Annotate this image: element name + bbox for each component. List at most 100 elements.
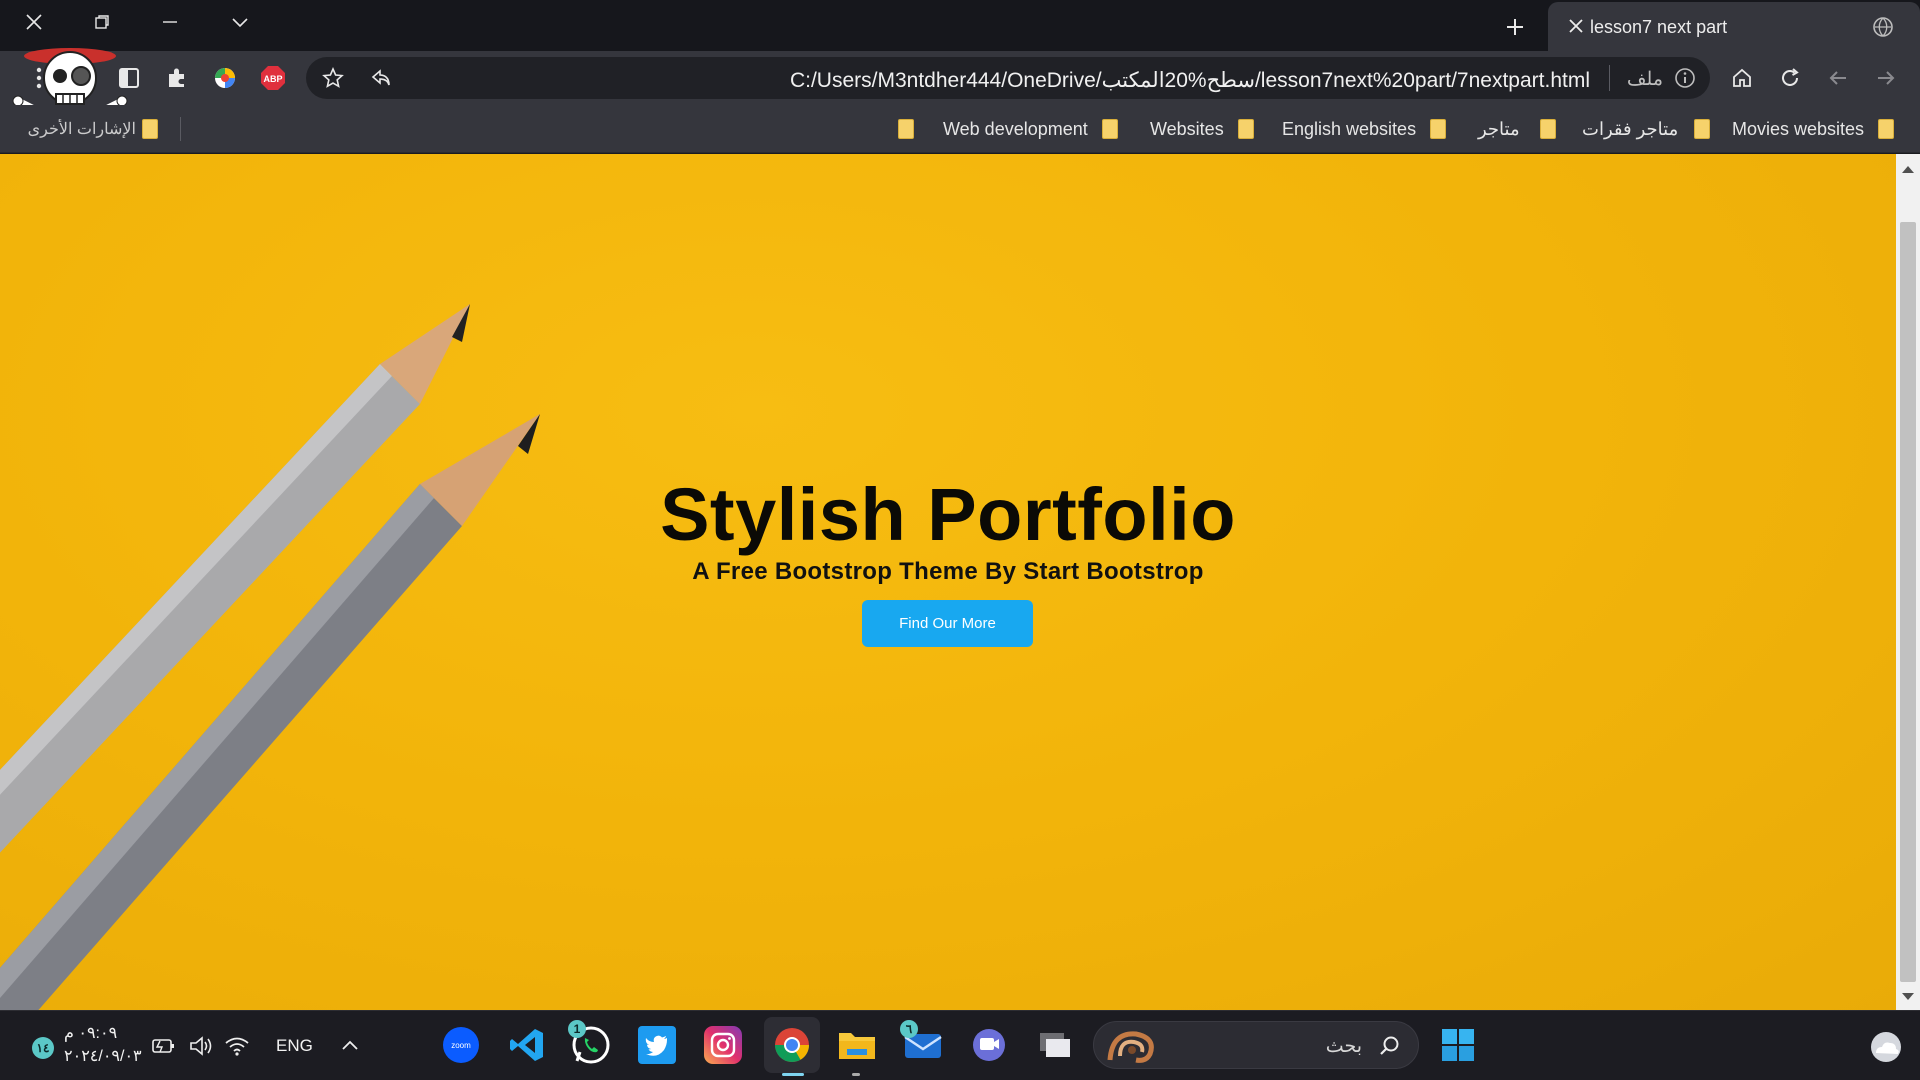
extensions-button[interactable] <box>162 63 192 93</box>
other-bookmarks-label: الإشارات الأخرى <box>27 121 136 138</box>
adblock-button[interactable]: ABP <box>258 63 288 93</box>
start-button[interactable] <box>1437 1024 1479 1066</box>
search-icon <box>1380 1036 1399 1055</box>
twitter-app[interactable] <box>638 1026 676 1064</box>
tab-close-icon[interactable] <box>1566 16 1586 36</box>
folder-icon <box>898 119 914 139</box>
instagram-app[interactable] <box>704 1026 742 1064</box>
instagram-icon <box>710 1032 736 1058</box>
volume-icon[interactable] <box>188 1035 214 1057</box>
bookmark-label: Movies websites <box>1732 118 1865 139</box>
home-button[interactable] <box>1727 63 1757 93</box>
bookmark-label: Web development <box>943 118 1088 139</box>
folder-icon <box>1237 119 1254 139</box>
vscode-app[interactable] <box>506 1024 548 1066</box>
browser-titlebar: lesson7 next part <box>0 0 1920 51</box>
bookmark-english-websites[interactable]: English websites <box>1282 115 1447 143</box>
browser-toolbar: ABP C:/Users/M3ntdher444/OneDrive/سطح%20… <box>0 51 1920 105</box>
hero-subtitle: A Free Bootstrop Theme By Start Bootstro… <box>692 558 1204 585</box>
page-viewport: Stylish Portfolio A Free Bootstrop Theme… <box>0 154 1896 1010</box>
bookmark-label: Websites <box>1150 118 1224 139</box>
url-scheme-label: ملف <box>1626 69 1663 90</box>
bookmark-web-development[interactable]: Web development <box>943 115 1118 143</box>
bookmark-websites[interactable]: Websites <box>1150 115 1254 143</box>
minimize-window-button[interactable] <box>136 0 204 44</box>
plus-icon <box>1507 19 1523 35</box>
tab-title: lesson7 next part <box>1590 17 1728 37</box>
bookmarks-bar: الإشارات الأخرى Movies websites متاجر فق… <box>0 105 1920 153</box>
mail-app[interactable]: ٦ <box>900 1020 944 1066</box>
other-bookmarks[interactable]: الإشارات الأخرى <box>28 115 158 143</box>
hero-title: Stylish Portfolio <box>660 473 1236 556</box>
weather-icon[interactable] <box>1868 1029 1904 1065</box>
restore-icon <box>95 15 109 29</box>
address-bar[interactable]: C:/Users/M3ntdher444/OneDrive/سطح%20المك… <box>306 57 1710 99</box>
mail-badge: ٦ <box>900 1020 918 1038</box>
extension-color-button[interactable] <box>210 63 240 93</box>
zoom-icon: zoom <box>443 1027 479 1063</box>
chevron-up-icon[interactable] <box>340 1037 360 1053</box>
reload-icon <box>1782 68 1799 86</box>
scroll-thumb[interactable] <box>1900 222 1916 982</box>
wifi-icon[interactable] <box>224 1035 250 1057</box>
bookmark-movies-websites[interactable]: Movies websites <box>1732 115 1895 143</box>
new-tab-button[interactable] <box>1500 12 1530 42</box>
scroll-up-arrow[interactable] <box>1902 166 1914 173</box>
search-placeholder: بحث <box>1325 1036 1362 1057</box>
task-view-icon <box>1040 1033 1070 1057</box>
bookmark-label: متاجر فقرات <box>1582 118 1679 139</box>
minimize-icon <box>163 21 177 23</box>
share-button[interactable] <box>366 63 396 93</box>
forward-button[interactable] <box>1823 63 1853 93</box>
file-explorer-icon <box>839 1033 875 1059</box>
battery-icon[interactable] <box>150 1035 176 1057</box>
puzzle-icon <box>169 68 184 87</box>
scroll-down-arrow[interactable] <box>1902 993 1914 1000</box>
bookmarks-separator <box>180 117 181 141</box>
url-separator <box>1609 65 1610 91</box>
teams-icon <box>973 1029 1005 1061</box>
adblock-plus-icon: ABP <box>261 66 285 90</box>
taskbar-search[interactable]: بحث <box>1093 1021 1419 1069</box>
find-out-more-button[interactable]: Find Our More <box>862 600 1033 647</box>
chrome-active-indicator <box>782 1073 804 1076</box>
restore-window-button[interactable] <box>68 0 136 44</box>
back-button[interactable] <box>1871 63 1901 93</box>
clock-time[interactable]: ٠٩:٠٩ م <box>64 1023 117 1043</box>
notification-badge[interactable]: ١٤ <box>32 1037 54 1059</box>
chevron-down-icon <box>232 18 248 28</box>
bookmark-folder-leading[interactable] <box>898 115 914 143</box>
close-window-button[interactable] <box>0 0 68 44</box>
bookmark-stores[interactable]: متاجر <box>1478 115 1556 143</box>
file-explorer-app[interactable] <box>836 1024 878 1066</box>
clock-date[interactable]: ٢٠٢٤/٠٩/٠٣ <box>64 1046 142 1066</box>
arrow-left-icon <box>1829 71 1846 85</box>
tab-search-button[interactable] <box>206 0 274 44</box>
zoom-app[interactable]: zoom <box>440 1024 482 1066</box>
page-scrollbar[interactable] <box>1896 154 1920 1010</box>
bookmark-label: English websites <box>1282 118 1417 139</box>
explorer-running-indicator <box>852 1073 860 1076</box>
bookmark-star-button[interactable] <box>318 63 348 93</box>
windows-logo-icon <box>1442 1029 1474 1061</box>
folder-icon <box>1694 119 1711 139</box>
whatsapp-app[interactable]: 1 <box>568 1020 612 1066</box>
reload-button[interactable] <box>1775 63 1805 93</box>
home-icon <box>1733 68 1751 87</box>
info-icon[interactable] <box>1674 67 1696 89</box>
chrome-app[interactable] <box>764 1017 820 1073</box>
star-icon <box>322 67 344 88</box>
share-icon <box>371 69 390 86</box>
tab-lesson7[interactable]: lesson7 next part <box>1548 2 1920 51</box>
folder-icon <box>1430 119 1447 139</box>
folder-icon <box>142 119 158 139</box>
bookmark-stores-sections[interactable]: متاجر فقرات <box>1582 115 1711 143</box>
close-icon <box>26 14 42 30</box>
color-extension-icon <box>215 68 235 88</box>
bookmark-label: متاجر <box>1478 118 1520 139</box>
svg-text:ABP: ABP <box>263 74 282 84</box>
url-text[interactable]: C:/Users/M3ntdher444/OneDrive/سطح%20المك… <box>790 68 1590 93</box>
language-indicator[interactable]: ENG <box>276 1036 313 1056</box>
teams-app[interactable] <box>968 1024 1010 1066</box>
task-view-button[interactable] <box>1034 1024 1076 1066</box>
